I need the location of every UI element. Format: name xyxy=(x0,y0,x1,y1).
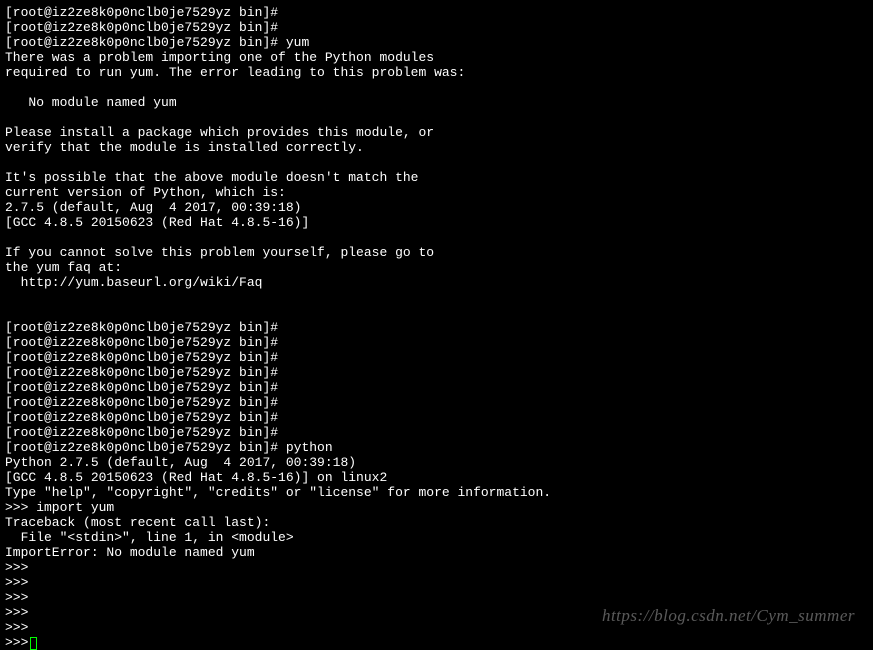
terminal-line: Traceback (most recent call last): xyxy=(5,515,868,530)
terminal-line: [root@iz2ze8k0p0nclb0je7529yz bin]# xyxy=(5,335,868,350)
terminal-line: It's possible that the above module does… xyxy=(5,170,868,185)
terminal-line: File "<stdin>", line 1, in <module> xyxy=(5,530,868,545)
terminal-line: Please install a package which provides … xyxy=(5,125,868,140)
terminal-line xyxy=(5,155,868,170)
terminal-line: No module named yum xyxy=(5,95,868,110)
terminal-line: Type "help", "copyright", "credits" or "… xyxy=(5,485,868,500)
terminal-line: [GCC 4.8.5 20150623 (Red Hat 4.8.5-16)] xyxy=(5,215,868,230)
terminal-line xyxy=(5,80,868,95)
terminal-line: required to run yum. The error leading t… xyxy=(5,65,868,80)
terminal-line: [root@iz2ze8k0p0nclb0je7529yz bin]# xyxy=(5,5,868,20)
terminal-line: >>> xyxy=(5,605,868,620)
terminal-line: verify that the module is installed corr… xyxy=(5,140,868,155)
cursor xyxy=(30,637,37,650)
terminal-line: Python 2.7.5 (default, Aug 4 2017, 00:39… xyxy=(5,455,868,470)
terminal-line xyxy=(5,110,868,125)
terminal-line: [root@iz2ze8k0p0nclb0je7529yz bin]# xyxy=(5,20,868,35)
terminal-line: [root@iz2ze8k0p0nclb0je7529yz bin]# xyxy=(5,320,868,335)
terminal-line: [root@iz2ze8k0p0nclb0je7529yz bin]# xyxy=(5,425,868,440)
terminal-line: There was a problem importing one of the… xyxy=(5,50,868,65)
terminal-line: ImportError: No module named yum xyxy=(5,545,868,560)
terminal-line: [root@iz2ze8k0p0nclb0je7529yz bin]# xyxy=(5,380,868,395)
terminal-line: http://yum.baseurl.org/wiki/Faq xyxy=(5,275,868,290)
terminal-line: [root@iz2ze8k0p0nclb0je7529yz bin]# pyth… xyxy=(5,440,868,455)
terminal-line xyxy=(5,290,868,305)
terminal-line xyxy=(5,230,868,245)
terminal-line: [root@iz2ze8k0p0nclb0je7529yz bin]# yum xyxy=(5,35,868,50)
terminal-line: [root@iz2ze8k0p0nclb0je7529yz bin]# xyxy=(5,350,868,365)
terminal-line: the yum faq at: xyxy=(5,260,868,275)
terminal-line: current version of Python, which is: xyxy=(5,185,868,200)
terminal-line: [root@iz2ze8k0p0nclb0je7529yz bin]# xyxy=(5,365,868,380)
terminal-line: If you cannot solve this problem yoursel… xyxy=(5,245,868,260)
terminal-line: >>> xyxy=(5,635,868,650)
terminal-line: >>> xyxy=(5,575,868,590)
terminal-line: [root@iz2ze8k0p0nclb0je7529yz bin]# xyxy=(5,395,868,410)
terminal-line: >>> import yum xyxy=(5,500,868,515)
terminal-line xyxy=(5,305,868,320)
terminal-line: [GCC 4.8.5 20150623 (Red Hat 4.8.5-16)] … xyxy=(5,470,868,485)
terminal-output[interactable]: [root@iz2ze8k0p0nclb0je7529yz bin]#[root… xyxy=(5,5,868,650)
terminal-line: >>> xyxy=(5,590,868,605)
terminal-line: [root@iz2ze8k0p0nclb0je7529yz bin]# xyxy=(5,410,868,425)
terminal-line: 2.7.5 (default, Aug 4 2017, 00:39:18) xyxy=(5,200,868,215)
terminal-line: >>> xyxy=(5,620,868,635)
terminal-line: >>> xyxy=(5,560,868,575)
